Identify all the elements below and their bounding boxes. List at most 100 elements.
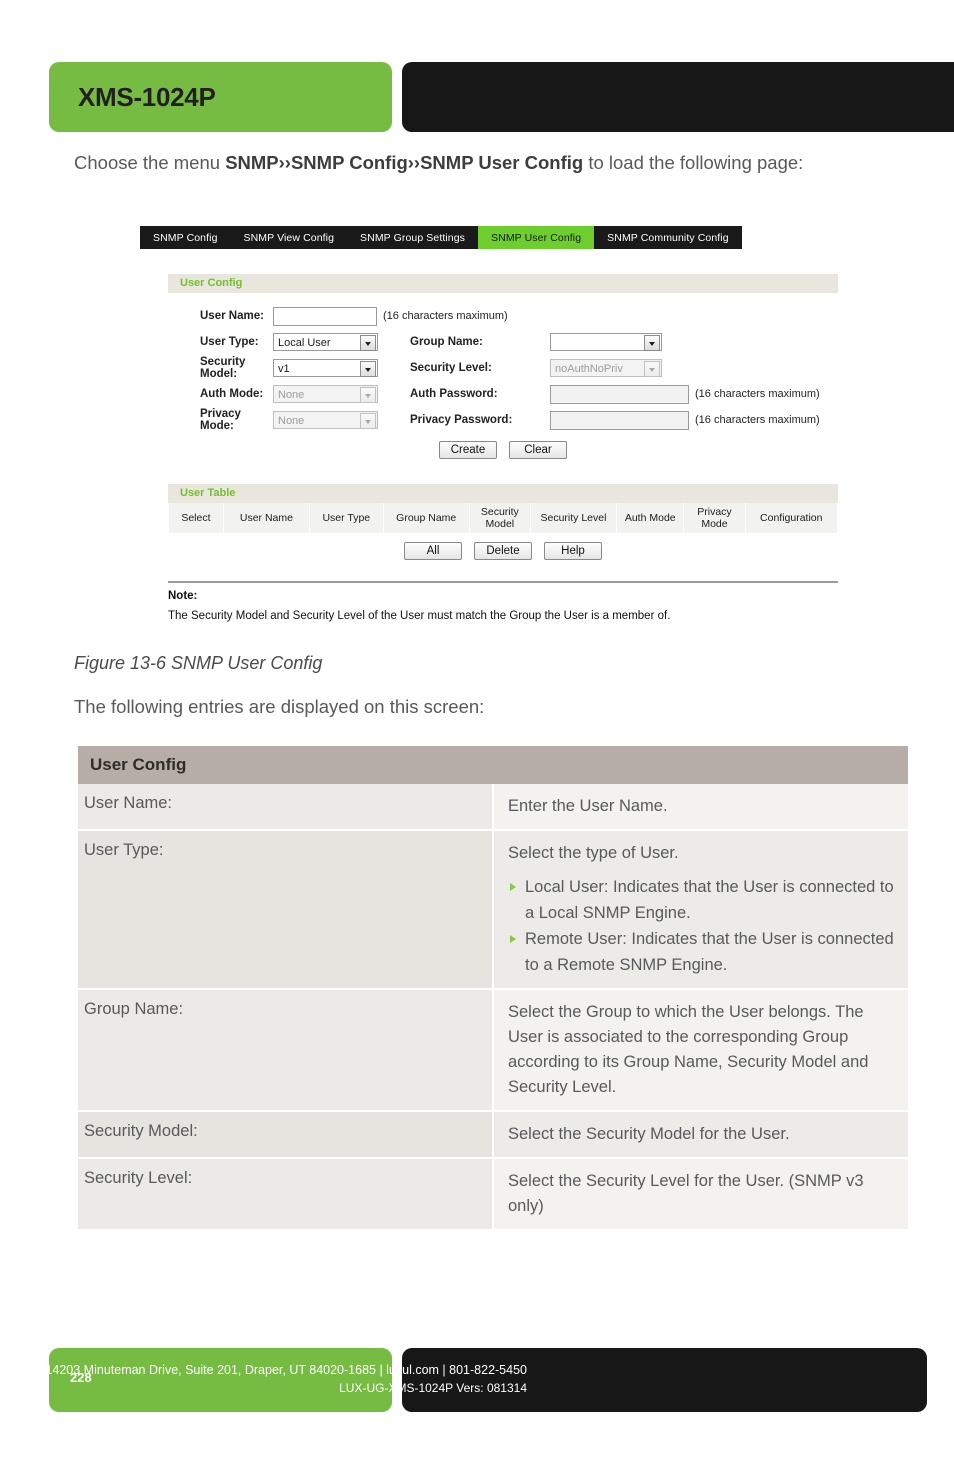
note-separator [168,581,838,583]
note-text: The Security Model and Security Level of… [168,610,671,622]
user-config-form: User Name: (16 characters maximum) User … [168,293,838,467]
table-row: User Type: Select the type of User. Loca… [78,830,908,990]
user-table-header-row: Select User Name User Type Group Name Se… [168,503,839,534]
page-title: XMS-1024P [78,82,216,112]
security-level-value: noAuthNoPriv [555,363,623,375]
auth-mode-select[interactable]: None [273,385,378,403]
table-row: Group Name: Select the Group to which th… [78,989,908,1112]
col-security-level: Security Level [529,503,618,534]
row-value-user-name: Enter the User Name. [493,784,908,831]
security-level-select[interactable]: noAuthNoPriv [550,359,662,377]
table-row: Security Model: Select the Security Mode… [78,1111,908,1159]
footer-green-banner [49,1348,392,1412]
col-configuration: Configuration [744,503,839,534]
intro-after: to load the following page: [583,152,804,173]
table-row: User Name: Enter the User Name. [78,784,908,831]
row-value-security-level: Select the Security Level for the User. … [493,1158,908,1231]
chevron-down-icon[interactable] [644,361,660,377]
form-row-user-name: User Name: (16 characters maximum) [168,303,838,329]
description-table-header-row: User Config [78,746,908,784]
intro-menu-path: SNMP››SNMP Config››SNMP User Config [225,152,584,173]
col-select: Select [168,503,224,534]
form-row-privacy-mode: Privacy Mode: None Privacy Password: (16… [168,407,838,433]
tab-snmp-view-config[interactable]: SNMP View Config [231,226,348,249]
form-row-security-model: Security Model: v1 Security Level: noAut… [168,355,838,381]
col-privacy-mode: Privacy Mode [683,503,746,534]
user-type-label: User Type: [200,336,259,348]
col-user-name: User Name [222,503,311,534]
row-key-security-level: Security Level: [78,1158,494,1231]
user-name-hint: (16 characters maximum) [383,310,508,322]
user-config-panel-title: User Config [168,274,838,293]
note-title: Note: [168,590,198,602]
help-button[interactable]: Help [544,542,602,560]
intro-before: Choose the menu [74,152,226,173]
user-name-input[interactable] [273,306,377,326]
row-key-security-model: Security Model: [78,1111,494,1159]
chevron-down-icon[interactable] [360,361,376,377]
user-type-bullet-list: Local User: Indicates that the User is c… [508,874,894,978]
privacy-mode-select[interactable]: None [273,411,378,429]
figure-caption: Figure 13-6 SNMP User Config [74,653,323,673]
chevron-down-icon[interactable] [360,387,376,403]
privacy-mode-value: None [278,415,305,427]
clear-button[interactable]: Clear [509,441,567,459]
chevron-down-icon[interactable] [360,335,376,351]
privacy-password-input[interactable] [550,410,689,430]
user-table-button-row: All Delete Help [168,534,838,560]
privacy-mode-label: Privacy Mode: [200,408,241,432]
list-item: Remote User: Indicates that the User is … [508,926,894,978]
row-value-security-model: Select the Security Model for the User. [493,1111,908,1159]
security-level-label: Security Level: [410,362,492,374]
auth-password-label: Auth Password: [410,388,498,400]
tab-snmp-community-config[interactable]: SNMP Community Config [594,226,742,249]
user-config-button-row: Create Clear [168,433,838,459]
delete-button[interactable]: Delete [474,542,532,560]
chevron-down-icon[interactable] [360,413,376,429]
group-name-select[interactable] [550,333,662,351]
group-name-label: Group Name: [410,336,483,348]
user-config-panel: User Config User Name: (16 characters ma… [168,274,838,467]
tab-snmp-user-config[interactable]: SNMP User Config [478,226,595,249]
privacy-password-label: Privacy Password: [410,414,513,426]
row-value-user-type-text: Select the type of User. [508,844,679,862]
row-value-group-name: Select the Group to which the User belon… [493,989,908,1112]
row-value-user-type: Select the type of User. Local User: Ind… [493,830,908,990]
auth-password-input[interactable] [550,384,689,404]
snmp-tab-bar: SNMP Config SNMP View Config SNMP Group … [140,226,742,249]
footer-address: a: 14203 Minuteman Drive, Suite 201, Dra… [31,1363,527,1377]
form-row-user-type: User Type: Local User Group Name: [168,329,838,355]
auth-mode-label: Auth Mode: [200,388,264,400]
device-ui-screenshot: SNMP Config SNMP View Config SNMP Group … [140,226,840,631]
list-item: Local User: Indicates that the User is c… [508,874,894,926]
auth-password-hint: (16 characters maximum) [695,388,820,400]
tab-snmp-group-settings[interactable]: SNMP Group Settings [347,226,478,249]
privacy-password-hint: (16 characters maximum) [695,414,820,426]
col-group-name: Group Name [382,503,470,534]
user-type-select[interactable]: Local User [273,333,378,351]
col-auth-mode: Auth Mode [616,503,685,534]
footer-black-banner [402,1348,927,1412]
user-table-panel: User Table Select User Name User Type Gr… [168,484,839,560]
col-user-type: User Type [309,503,384,534]
form-row-auth-mode: Auth Mode: None Auth Password: (16 chara… [168,381,838,407]
page-header: XMS-1024P [0,0,954,140]
chevron-down-icon[interactable] [644,335,660,351]
security-model-value: v1 [278,363,290,375]
auth-mode-value: None [278,389,305,401]
user-table-panel-title: User Table [168,484,838,503]
user-table: Select User Name User Type Group Name Se… [168,503,839,534]
user-name-label: User Name: [200,310,264,322]
row-key-group-name: Group Name: [78,989,494,1112]
security-model-select[interactable]: v1 [273,359,378,377]
security-model-label: Security Model: [200,356,246,380]
col-security-model: Security Model [468,503,531,534]
all-button[interactable]: All [404,542,462,560]
header-black-banner [402,62,954,132]
create-button[interactable]: Create [439,441,497,459]
intro-paragraph: Choose the menu SNMP››SNMP Config››SNMP … [74,148,804,177]
tab-snmp-config[interactable]: SNMP Config [140,226,231,249]
row-key-user-name: User Name: [78,784,494,831]
user-type-value: Local User [278,337,331,349]
description-table: User Config User Name: Enter the User Na… [78,746,908,1231]
